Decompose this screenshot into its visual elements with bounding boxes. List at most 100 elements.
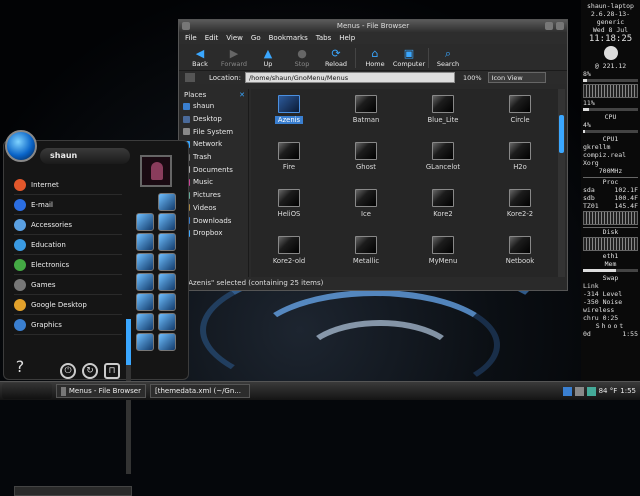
place-item[interactable]: File System [181, 125, 248, 138]
category-item[interactable]: Google Desktop [14, 295, 122, 315]
close-icon[interactable] [556, 22, 564, 30]
category-item[interactable]: E-mail [14, 195, 122, 215]
window-titlebar[interactable]: Menus - File Browser [179, 20, 567, 32]
place-item[interactable]: Music [181, 176, 248, 189]
scrollbar-thumb[interactable] [559, 115, 564, 153]
quicklaunch-icon[interactable] [158, 233, 176, 251]
quicklaunch-icon[interactable] [158, 273, 176, 291]
category-item[interactable]: Games [14, 275, 122, 295]
file-item[interactable]: GLancelot [413, 142, 473, 171]
quicklaunch-icon[interactable] [136, 233, 154, 251]
menu-tabs[interactable]: Tabs [316, 34, 332, 42]
place-item[interactable]: Videos [181, 202, 248, 215]
quicklaunch-icon[interactable] [136, 333, 154, 351]
quicklaunch-icon[interactable] [136, 253, 154, 271]
quicklaunch-icon[interactable] [158, 293, 176, 311]
file-item[interactable]: Kore2-old [259, 236, 319, 265]
file-item[interactable]: Azenis [259, 95, 319, 124]
view-mode-select[interactable]: Icon View [487, 72, 546, 83]
place-item[interactable]: shaun [181, 100, 248, 113]
file-item[interactable]: Netbook [490, 236, 550, 265]
quicklaunch-icon[interactable] [158, 193, 176, 211]
network-icon[interactable] [562, 386, 572, 396]
file-item[interactable]: Kore2 [413, 189, 473, 218]
menu-go[interactable]: Go [251, 34, 261, 42]
file-grid-scrollbar[interactable] [558, 89, 565, 277]
panel-menu-button[interactable] [2, 383, 52, 399]
battery-icon[interactable] [586, 386, 596, 396]
taskbar-item[interactable]: [themedata.xml (~/Gn... [150, 384, 250, 398]
file-item[interactable]: Batman [336, 95, 396, 124]
lock-icon[interactable]: ⊓ [104, 363, 120, 379]
zoom-level[interactable]: 100% [463, 74, 482, 82]
avatar[interactable] [140, 155, 172, 187]
menu-edit[interactable]: Edit [205, 34, 219, 42]
quicklaunch-icon[interactable] [158, 313, 176, 331]
category-item[interactable]: Accessories [14, 215, 122, 235]
file-item[interactable]: Ice [336, 189, 396, 218]
place-item[interactable]: Downloads [181, 214, 248, 227]
restart-icon[interactable]: ↻ [82, 363, 98, 379]
computer-button[interactable]: ▣ Computer [392, 47, 426, 68]
file-item[interactable]: MyMenu [413, 236, 473, 265]
volume-icon[interactable] [574, 386, 584, 396]
category-item[interactable]: Electronics [14, 255, 122, 275]
quicklaunch-icon[interactable] [136, 313, 154, 331]
file-item[interactable]: H2o [490, 142, 550, 171]
back-button[interactable]: ◀ Back [183, 47, 217, 68]
menu-bookmarks[interactable]: Bookmarks [269, 34, 308, 42]
quicklaunch-icon[interactable] [136, 273, 154, 291]
cpu-value: 11% [583, 99, 595, 107]
scrollbar-thumb[interactable] [126, 319, 131, 365]
menu-orb-button[interactable] [5, 130, 37, 162]
stop-button[interactable]: ● Stop [285, 47, 319, 68]
file-item[interactable]: HeliOS [259, 189, 319, 218]
taskbar-item[interactable]: Menus - File Browser [56, 384, 146, 398]
category-item[interactable]: Graphics [14, 315, 122, 335]
search-button[interactable]: ⌕ Search [431, 47, 465, 68]
menu-view[interactable]: View [226, 34, 243, 42]
category-item[interactable]: Education [14, 235, 122, 255]
swap-label: Swap [602, 274, 619, 282]
location-input[interactable]: /home/shaun/GnoMenu/Menus [244, 72, 455, 83]
place-item[interactable]: Pictures [181, 189, 248, 202]
places-header[interactable]: Places ✕ [181, 89, 248, 100]
weather-temp[interactable]: 84 °F [599, 387, 618, 395]
window-menu-icon[interactable] [182, 22, 190, 30]
screenshot-label[interactable]: Shoot [583, 322, 638, 330]
menu-search-input[interactable] [14, 486, 132, 496]
place-item[interactable]: Documents [181, 163, 248, 176]
shutdown-icon[interactable]: ⏻ [60, 363, 76, 379]
quicklaunch-icon[interactable] [136, 213, 154, 231]
quicklaunch-icon[interactable] [158, 253, 176, 271]
panel-clock[interactable]: 1:55 [620, 387, 636, 395]
place-item[interactable]: Network [181, 138, 248, 151]
forward-button[interactable]: ▶ Forward [217, 47, 251, 68]
file-item[interactable]: Circle [490, 95, 550, 124]
file-item[interactable]: Blue_Lite [413, 95, 473, 124]
quicklaunch-icon[interactable] [136, 293, 154, 311]
folder-icon [278, 142, 300, 160]
reload-button[interactable]: ⟳ Reload [319, 47, 353, 68]
location-toggle-icon[interactable] [185, 73, 195, 82]
home-button[interactable]: ⌂ Home [358, 47, 392, 68]
eth-label: eth1 [602, 252, 619, 260]
minimize-icon[interactable] [545, 22, 553, 30]
process-name: gkrellm [583, 143, 611, 151]
menu-help[interactable]: Help [339, 34, 355, 42]
quicklaunch-icon[interactable] [158, 213, 176, 231]
category-item[interactable]: Internet [14, 175, 122, 195]
up-button[interactable]: ▲ Up [251, 47, 285, 68]
quicklaunch-icon[interactable] [158, 333, 176, 351]
place-item[interactable]: Dropbox [181, 227, 248, 240]
help-icon[interactable]: ? [12, 359, 28, 377]
close-icon[interactable]: ✕ [239, 91, 245, 99]
menu-file[interactable]: File [185, 34, 197, 42]
file-item[interactable]: Ghost [336, 142, 396, 171]
place-item[interactable]: Trash [181, 151, 248, 164]
file-item[interactable]: Fire [259, 142, 319, 171]
file-item[interactable]: Metallic [336, 236, 396, 265]
folder-icon [183, 102, 190, 110]
place-item[interactable]: Desktop [181, 113, 248, 126]
file-item[interactable]: Kore2-2 [490, 189, 550, 218]
